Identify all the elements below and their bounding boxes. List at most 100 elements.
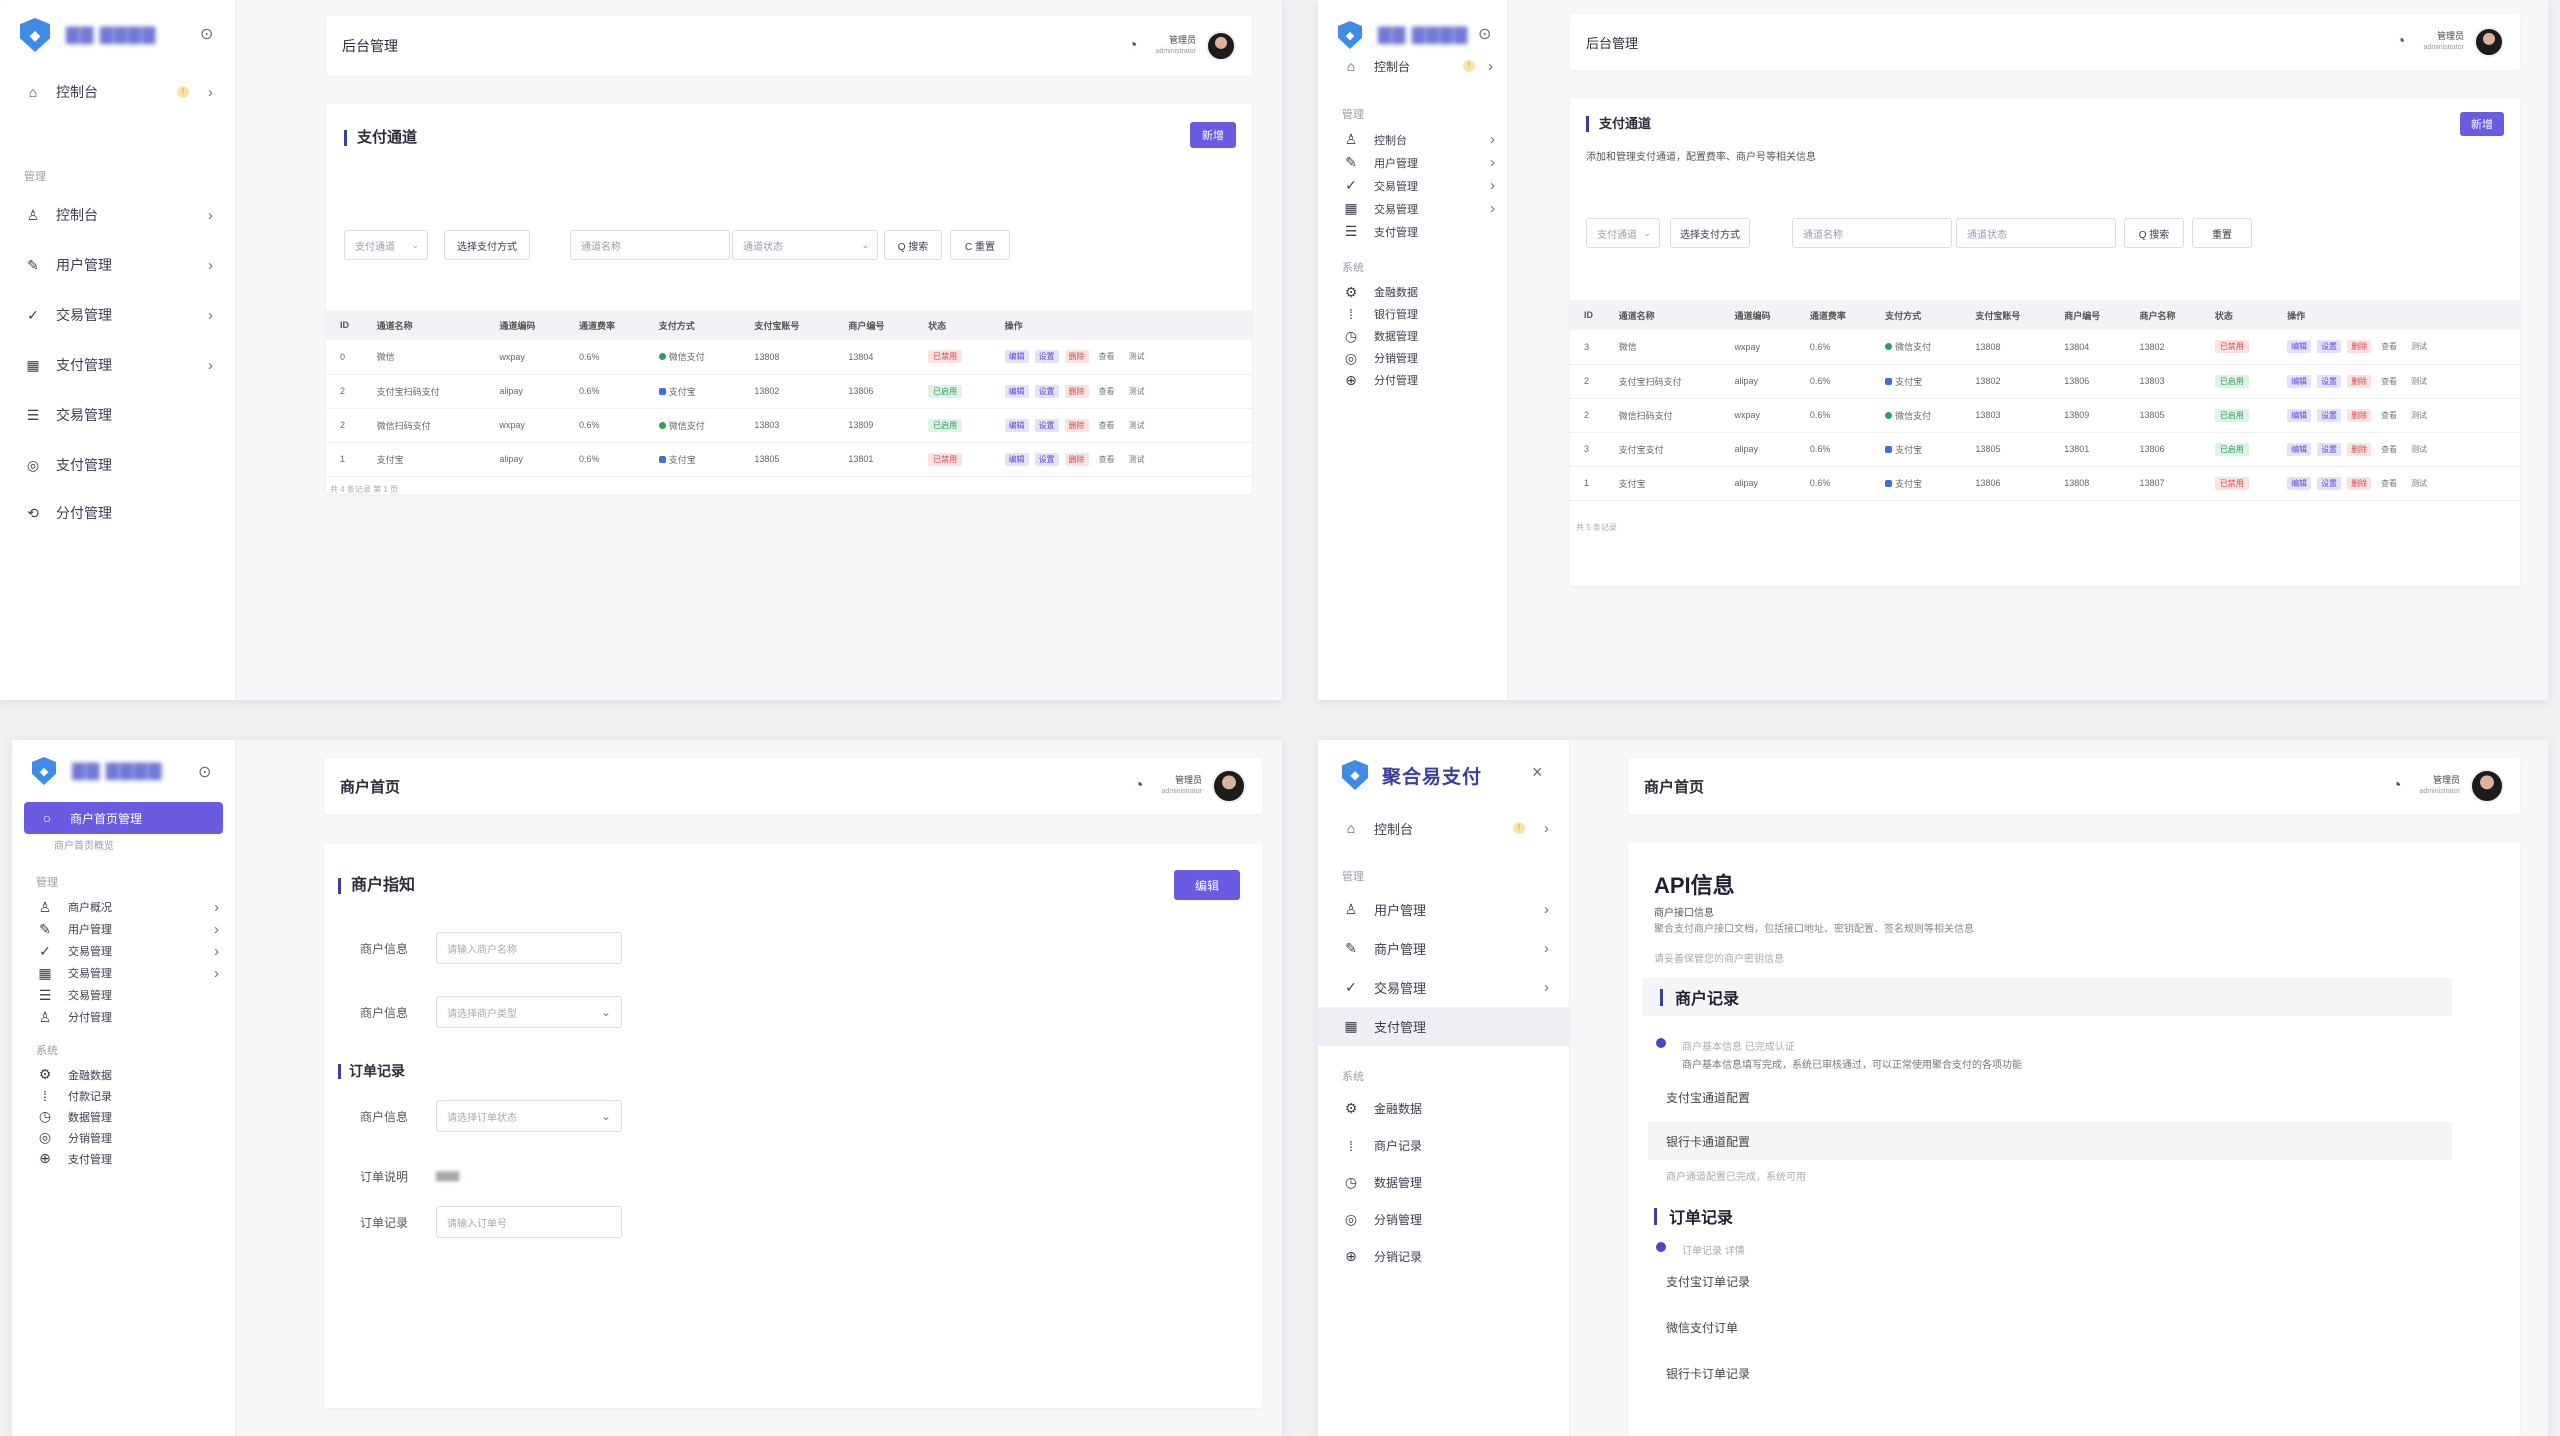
action-button[interactable]: 测试: [1125, 419, 1149, 432]
action-button[interactable]: 测试: [2407, 340, 2431, 353]
avatar[interactable]: [2470, 769, 2504, 803]
settings-icon[interactable]: ⊙: [200, 24, 213, 44]
action-button[interactable]: 测试: [2407, 477, 2431, 490]
action-button[interactable]: 设置: [2317, 340, 2342, 354]
sidebar-item[interactable]: ♙ 控制台 ›: [1318, 128, 1507, 151]
reset-button[interactable]: C 重置: [950, 230, 1010, 260]
sidebar-item[interactable]: ◎ 分销管理: [12, 1127, 235, 1148]
action-button[interactable]: 测试: [2407, 443, 2431, 456]
sidebar-item[interactable]: ◎ 分销管理: [1318, 1201, 1569, 1238]
action-button[interactable]: 删除: [2347, 340, 2372, 354]
sidebar-item-console[interactable]: ♙ 控制台 ›: [0, 190, 235, 240]
action-button[interactable]: 设置: [1034, 350, 1059, 364]
add-button[interactable]: 新增: [1190, 122, 1236, 148]
settings-icon[interactable]: ⊙: [198, 762, 211, 782]
channel-name-input[interactable]: 通道名称: [1792, 218, 1952, 248]
action-button[interactable]: 查看: [1095, 453, 1119, 466]
action-button[interactable]: 删除: [1064, 350, 1089, 364]
sidebar-item-dashboard[interactable]: ⌂ 控制台 ! ›: [0, 70, 235, 114]
action-button[interactable]: 查看: [2377, 375, 2401, 388]
action-button[interactable]: 设置: [2317, 442, 2342, 456]
action-button[interactable]: 删除: [2347, 374, 2372, 388]
list-item[interactable]: 微信支付订单: [1648, 1308, 1908, 1346]
sidebar-item[interactable]: ✓ 交易管理 ›: [1318, 968, 1569, 1007]
action-button[interactable]: 查看: [2377, 340, 2401, 353]
action-button[interactable]: 编辑: [2287, 442, 2312, 456]
action-button[interactable]: 设置: [1034, 418, 1059, 432]
action-button[interactable]: 设置: [2317, 408, 2342, 422]
sidebar-item[interactable]: ◷ 数据管理: [12, 1106, 235, 1127]
order-number-input[interactable]: 请输入订单号: [436, 1206, 622, 1238]
search-button[interactable]: Q 搜索: [884, 230, 942, 260]
action-button[interactable]: 设置: [2317, 374, 2342, 388]
sidebar-item-trades-2[interactable]: ☰ 交易管理: [0, 390, 235, 440]
action-button[interactable]: 编辑: [1004, 452, 1029, 466]
sidebar-item-users[interactable]: ✎ 用户管理 ›: [0, 240, 235, 290]
avatar[interactable]: [2474, 27, 2504, 57]
sidebar-item[interactable]: ✎ 商户管理 ›: [1318, 929, 1569, 968]
sidebar-item[interactable]: ✓ 交易管理 ›: [1318, 174, 1507, 197]
sidebar-item[interactable]: ◎ 分销管理: [1318, 347, 1507, 369]
list-item[interactable]: 银行卡通道配置: [1648, 1122, 2452, 1160]
sidebar-item[interactable]: ⚙ 金融数据: [12, 1064, 235, 1085]
sidebar-item[interactable]: ▦ 交易管理 ›: [12, 962, 235, 984]
theme-toggle-icon[interactable]: ◔: [2392, 777, 2402, 795]
action-button[interactable]: 删除: [1064, 418, 1089, 432]
sidebar-item[interactable]: ▦ 交易管理 ›: [1318, 197, 1507, 220]
close-icon[interactable]: ×: [1532, 762, 1543, 783]
action-button[interactable]: 查看: [2377, 409, 2401, 422]
action-button[interactable]: 删除: [2347, 408, 2372, 422]
sidebar-item[interactable]: ⊕ 分销记录: [1318, 1238, 1569, 1275]
list-item[interactable]: 支付宝通道配置: [1648, 1078, 2452, 1116]
action-button[interactable]: 设置: [1034, 384, 1059, 398]
action-button[interactable]: 测试: [2407, 375, 2431, 388]
sidebar-item[interactable]: ♙ 用户管理 ›: [1318, 890, 1569, 929]
list-item[interactable]: 支付宝订单记录: [1648, 1262, 1908, 1300]
sidebar-item-payments[interactable]: ▦ 支付管理 ›: [0, 340, 235, 390]
action-button[interactable]: 删除: [1064, 384, 1089, 398]
sidebar-item-split[interactable]: ⟲ 分付管理: [0, 490, 235, 536]
action-button[interactable]: 查看: [1095, 419, 1119, 432]
channel-name-input[interactable]: 通道名称: [570, 230, 730, 260]
list-item[interactable]: 银行卡订单记录: [1648, 1354, 1908, 1392]
sidebar-item[interactable]: ◷ 数据管理: [1318, 325, 1507, 347]
avatar[interactable]: [1212, 769, 1246, 803]
sidebar-item[interactable]: ⁞ 银行管理: [1318, 303, 1507, 325]
channel-select[interactable]: 支付通道 ⌄: [344, 230, 428, 260]
action-button[interactable]: 编辑: [2287, 340, 2312, 354]
payment-method-select[interactable]: 选择支付方式: [1670, 218, 1750, 248]
action-button[interactable]: 删除: [1064, 452, 1089, 466]
theme-toggle-icon[interactable]: ◔: [1134, 777, 1144, 795]
sidebar-item[interactable]: ⚙ 金融数据: [1318, 281, 1507, 303]
action-button[interactable]: 编辑: [1004, 350, 1029, 364]
edit-button[interactable]: 编辑: [1174, 870, 1240, 900]
action-button[interactable]: 编辑: [1004, 384, 1029, 398]
avatar[interactable]: [1206, 31, 1236, 61]
sidebar-item-merchant-home[interactable]: ○ 商户首页管理: [24, 802, 223, 834]
sidebar-item[interactable]: ⁞ 付款记录: [12, 1085, 235, 1106]
sidebar-item[interactable]: ☰ 交易管理: [12, 984, 235, 1006]
action-button[interactable]: 查看: [2377, 477, 2401, 490]
action-button[interactable]: 编辑: [2287, 374, 2312, 388]
sidebar-item[interactable]: ⁞ 商户记录: [1318, 1127, 1569, 1164]
action-button[interactable]: 查看: [1095, 350, 1119, 363]
sidebar-item[interactable]: ✎ 用户管理 ›: [1318, 151, 1507, 174]
action-button[interactable]: 测试: [1125, 350, 1149, 363]
merchant-type-select[interactable]: 请选择商户类型 ⌄: [436, 996, 622, 1028]
action-button[interactable]: 查看: [2377, 443, 2401, 456]
sidebar-item[interactable]: ⊕ 分付管理: [1318, 369, 1507, 391]
action-button[interactable]: 设置: [2317, 476, 2342, 490]
sidebar-item[interactable]: ✎ 用户管理 ›: [12, 918, 235, 940]
action-button[interactable]: 查看: [1095, 385, 1119, 398]
status-input[interactable]: 通道状态: [1956, 218, 2116, 248]
search-button[interactable]: Q 搜索: [2124, 218, 2184, 248]
action-button[interactable]: 设置: [1034, 452, 1059, 466]
sidebar-item[interactable]: ♙ 商户概况 ›: [12, 896, 235, 918]
sidebar-item-dashboard[interactable]: ⌂ 控制台! ›: [1318, 52, 1507, 80]
reset-button[interactable]: 重置: [2192, 218, 2252, 248]
sidebar-item-trades[interactable]: ✓ 交易管理 ›: [0, 290, 235, 340]
sidebar-subitem[interactable]: 商户首页概览: [12, 834, 235, 860]
settings-icon[interactable]: ⊙: [1478, 24, 1491, 44]
sidebar-item-payments-2[interactable]: ◎ 支付管理: [0, 440, 235, 490]
sidebar-item-dashboard[interactable]: ⌂ 控制台! ›: [1318, 810, 1569, 846]
